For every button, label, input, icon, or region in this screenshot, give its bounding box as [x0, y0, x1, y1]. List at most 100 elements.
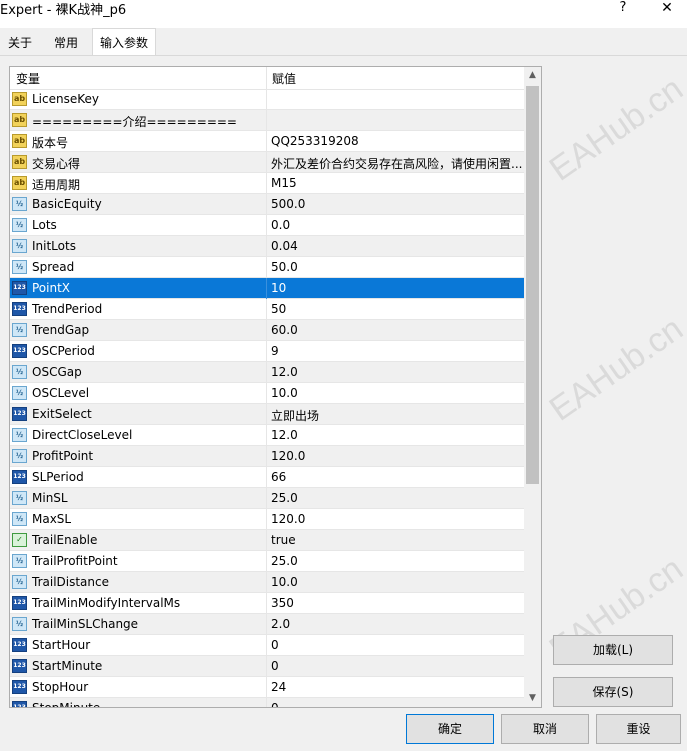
parameter-name: OSCPeriod — [32, 344, 95, 358]
parameter-value[interactable]: QQ253319208 — [271, 134, 523, 148]
parameter-row[interactable]: 123 TrailMinModifyIntervalMs 350 — [10, 593, 524, 614]
parameter-row[interactable]: ab =========介绍========= — [10, 110, 524, 131]
column-divider[interactable] — [266, 67, 267, 89]
parameter-value[interactable]: 25.0 — [271, 491, 523, 505]
cell-divider — [266, 152, 267, 173]
cell-divider — [266, 677, 267, 698]
parameter-row[interactable]: ½ BasicEquity 500.0 — [10, 194, 524, 215]
parameter-row[interactable]: ab 版本号 QQ253319208 — [10, 131, 524, 152]
integer-type-icon: 123 — [12, 596, 27, 610]
parameter-row[interactable]: ½ MinSL 25.0 — [10, 488, 524, 509]
parameter-row[interactable]: ½ OSCLevel 10.0 — [10, 383, 524, 404]
parameter-row[interactable]: ½ TrailDistance 10.0 — [10, 572, 524, 593]
parameter-value[interactable]: 外汇及差价合约交易存在高风险，请使用闲置... — [271, 155, 523, 172]
parameter-name: TrailDistance — [32, 575, 109, 589]
parameter-row[interactable]: ½ TrailMinSLChange 2.0 — [10, 614, 524, 635]
parameter-value[interactable]: 0 — [271, 659, 523, 673]
parameter-value[interactable]: 12.0 — [271, 365, 523, 379]
save-button[interactable]: 保存(S) — [553, 677, 673, 707]
parameter-row[interactable]: ab 适用周期 M15 — [10, 173, 524, 194]
parameter-row[interactable]: ½ MaxSL 120.0 — [10, 509, 524, 530]
parameter-value[interactable]: M15 — [271, 176, 523, 190]
cell-divider — [266, 425, 267, 446]
ok-button[interactable]: 确定 — [406, 714, 494, 744]
parameter-value[interactable]: 10.0 — [271, 386, 523, 400]
integer-type-icon: 123 — [12, 281, 27, 295]
parameter-name: StopHour — [32, 680, 89, 694]
column-header-variable[interactable]: 变量 — [16, 70, 40, 87]
vertical-scrollbar[interactable]: ▲ ▼ — [524, 67, 541, 707]
window-title: Expert - 裸K战神_p6 — [0, 3, 127, 18]
parameter-row[interactable]: ½ Spread 50.0 — [10, 257, 524, 278]
parameter-value[interactable]: true — [271, 533, 523, 547]
parameter-value[interactable]: 立即出场 — [271, 407, 523, 424]
cell-divider — [266, 614, 267, 635]
parameter-name: MinSL — [32, 491, 68, 505]
parameter-value[interactable]: 120.0 — [271, 449, 523, 463]
parameter-row[interactable]: 123 OSCPeriod 9 — [10, 341, 524, 362]
parameter-value[interactable]: 0 — [271, 701, 523, 707]
parameter-name: StartMinute — [32, 659, 103, 673]
cancel-button[interactable]: 取消 — [501, 714, 589, 744]
parameter-row[interactable]: ab 交易心得 外汇及差价合约交易存在高风险，请使用闲置... — [10, 152, 524, 173]
string-type-icon: ab — [12, 134, 27, 148]
parameter-row[interactable]: 123 ExitSelect 立即出场 — [10, 404, 524, 425]
parameter-value[interactable]: 50.0 — [271, 260, 523, 274]
parameter-value[interactable]: 50 — [271, 302, 523, 316]
cell-divider — [266, 404, 267, 425]
parameter-row[interactable]: 123 PointX 10 — [10, 278, 524, 299]
parameter-value[interactable]: 60.0 — [271, 323, 523, 337]
title-bar: Expert - 裸K战神_p6 ? ✕ — [0, 0, 687, 28]
tab-common[interactable]: 常用 — [44, 31, 88, 55]
parameter-value[interactable]: 120.0 — [271, 512, 523, 526]
parameter-row[interactable]: ✓ TrailEnable true — [10, 530, 524, 551]
cell-divider — [266, 257, 267, 278]
parameter-value[interactable]: 66 — [271, 470, 523, 484]
parameter-row[interactable]: ½ DirectCloseLevel 12.0 — [10, 425, 524, 446]
parameter-value[interactable]: 12.0 — [271, 428, 523, 442]
parameter-value[interactable]: 10.0 — [271, 575, 523, 589]
parameter-value[interactable]: 500.0 — [271, 197, 523, 211]
double-type-icon: ½ — [12, 428, 27, 442]
parameter-value[interactable]: 0.0 — [271, 218, 523, 232]
parameter-name: TrendPeriod — [32, 302, 103, 316]
parameter-value[interactable]: 9 — [271, 344, 523, 358]
cell-divider — [266, 299, 267, 320]
parameter-value[interactable]: 0 — [271, 638, 523, 652]
parameter-row[interactable]: 123 StartMinute 0 — [10, 656, 524, 677]
help-button[interactable]: ? — [606, 0, 640, 22]
scroll-thumb[interactable] — [526, 86, 539, 484]
double-type-icon: ½ — [12, 491, 27, 505]
parameter-value[interactable]: 0.04 — [271, 239, 523, 253]
parameter-row[interactable]: ½ OSCGap 12.0 — [10, 362, 524, 383]
parameter-row[interactable]: ½ TrendGap 60.0 — [10, 320, 524, 341]
parameter-value[interactable]: 24 — [271, 680, 523, 694]
parameter-value[interactable]: 2.0 — [271, 617, 523, 631]
column-header-value[interactable]: 赋值 — [272, 70, 296, 87]
tab-inputs[interactable]: 输入参数 — [92, 28, 156, 56]
integer-type-icon: 123 — [12, 701, 27, 707]
cell-divider — [266, 194, 267, 215]
scroll-down-arrow-icon[interactable]: ▼ — [524, 690, 541, 707]
parameter-row[interactable]: 123 StopMinute 0 — [10, 698, 524, 707]
parameter-row[interactable]: ½ Lots 0.0 — [10, 215, 524, 236]
parameter-value[interactable]: 10 — [271, 281, 523, 295]
parameter-row[interactable]: 123 SLPeriod 66 — [10, 467, 524, 488]
tab-about[interactable]: 关于 — [0, 31, 40, 55]
boolean-type-icon: ✓ — [12, 533, 27, 547]
parameter-row[interactable]: ½ TrailProfitPoint 25.0 — [10, 551, 524, 572]
reset-button[interactable]: 重设 — [596, 714, 681, 744]
parameter-row[interactable]: ½ ProfitPoint 120.0 — [10, 446, 524, 467]
close-button[interactable]: ✕ — [648, 0, 686, 22]
parameter-name: ExitSelect — [32, 407, 92, 421]
load-button[interactable]: 加载(L) — [553, 635, 673, 665]
parameter-value[interactable]: 25.0 — [271, 554, 523, 568]
scroll-up-arrow-icon[interactable]: ▲ — [524, 67, 541, 84]
parameter-row[interactable]: ab LicenseKey — [10, 89, 524, 110]
parameter-row[interactable]: 123 StopHour 24 — [10, 677, 524, 698]
parameter-row[interactable]: 123 StartHour 0 — [10, 635, 524, 656]
parameter-row[interactable]: 123 TrendPeriod 50 — [10, 299, 524, 320]
parameter-name: ProfitPoint — [32, 449, 94, 463]
parameter-row[interactable]: ½ InitLots 0.04 — [10, 236, 524, 257]
parameter-value[interactable]: 350 — [271, 596, 523, 610]
